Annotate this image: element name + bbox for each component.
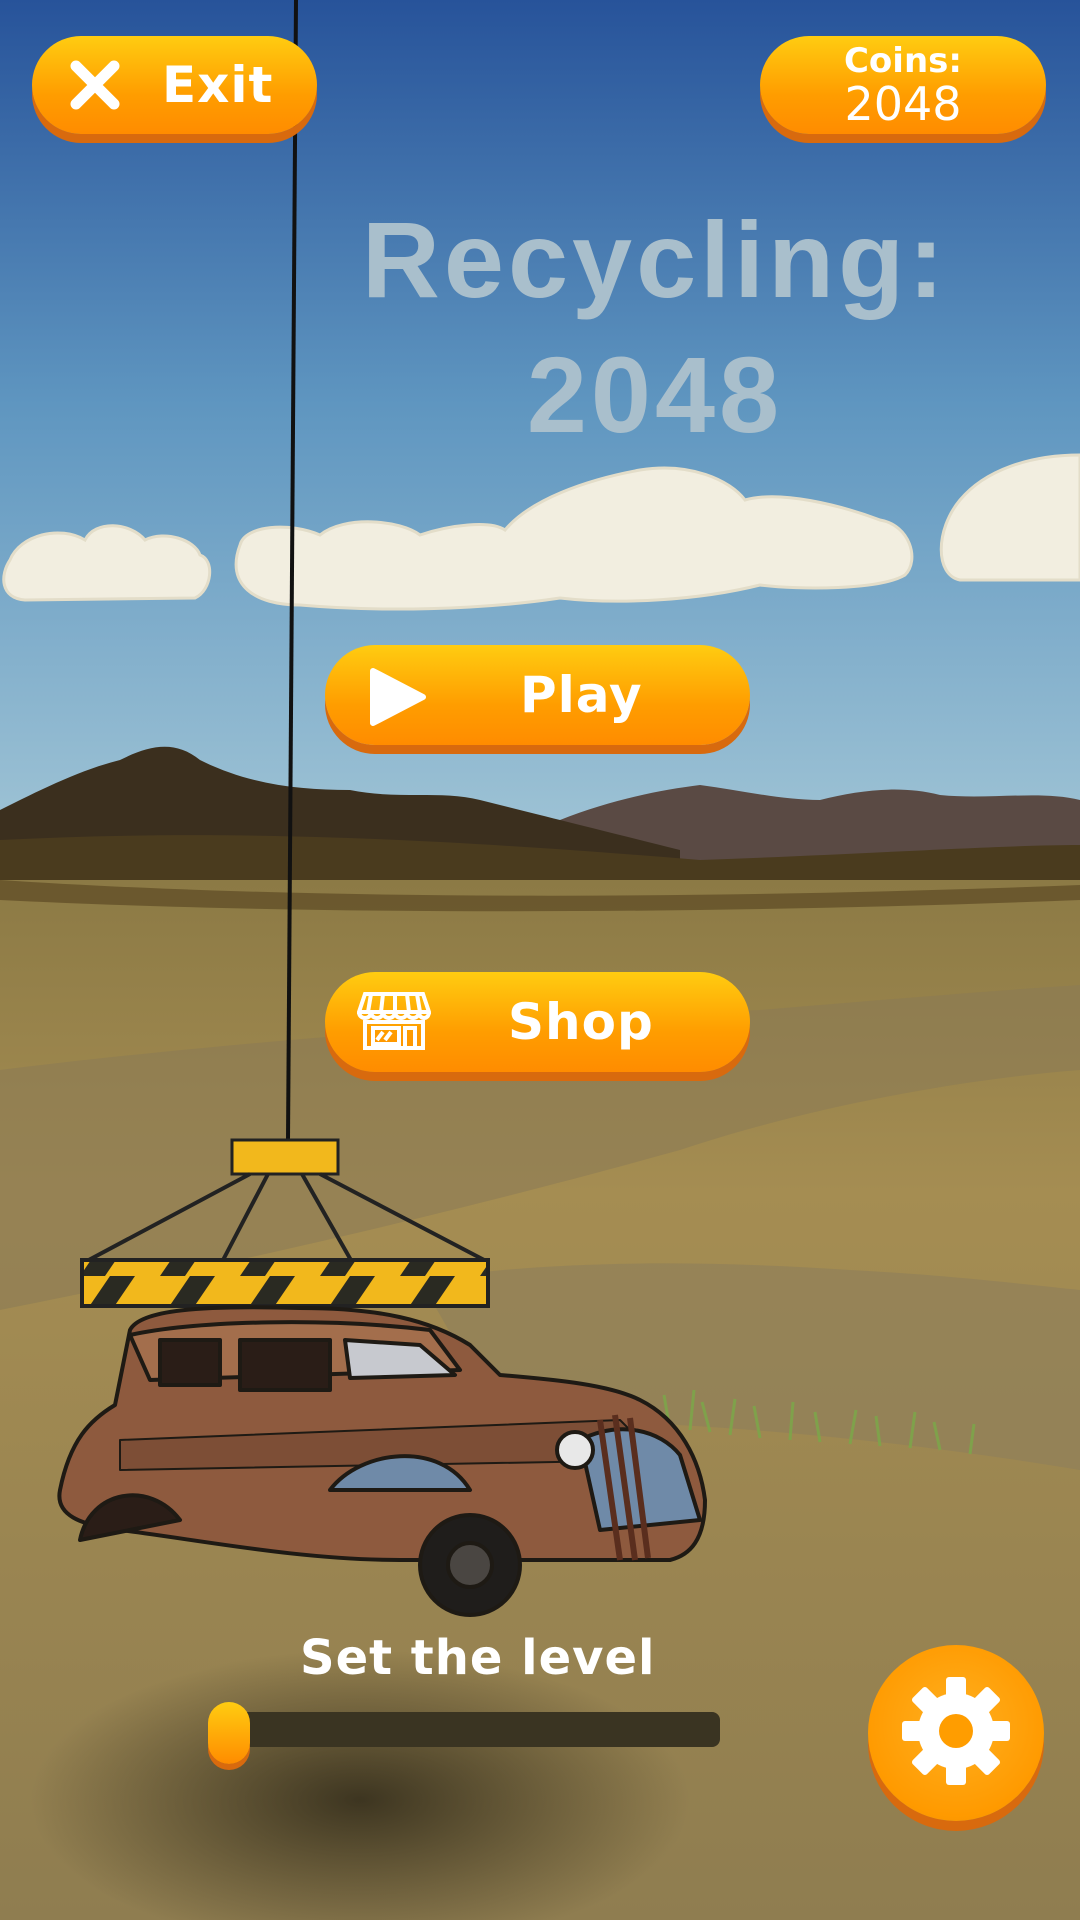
shop-icon xyxy=(356,990,432,1056)
slider-handle[interactable] xyxy=(208,1702,250,1764)
coins-display: Coins: 2048 xyxy=(760,36,1046,134)
play-icon xyxy=(365,667,429,731)
play-button[interactable]: Play xyxy=(325,645,750,745)
exit-button[interactable]: Exit xyxy=(32,36,317,134)
game-title: Recycling: xyxy=(361,199,949,320)
gear-icon xyxy=(896,1671,1016,1795)
exit-label: Exit xyxy=(162,56,274,114)
recycling-count: 2048 xyxy=(526,334,784,455)
coins-label: Coins: xyxy=(843,41,962,81)
shop-button[interactable]: Shop xyxy=(325,972,750,1072)
level-slider[interactable] xyxy=(208,1702,720,1764)
settings-button[interactable] xyxy=(868,1645,1044,1821)
shop-label: Shop xyxy=(508,993,654,1051)
coins-value: 2048 xyxy=(844,77,962,131)
play-label: Play xyxy=(520,666,643,724)
close-icon xyxy=(68,58,122,116)
level-label: Set the level xyxy=(300,1630,656,1686)
